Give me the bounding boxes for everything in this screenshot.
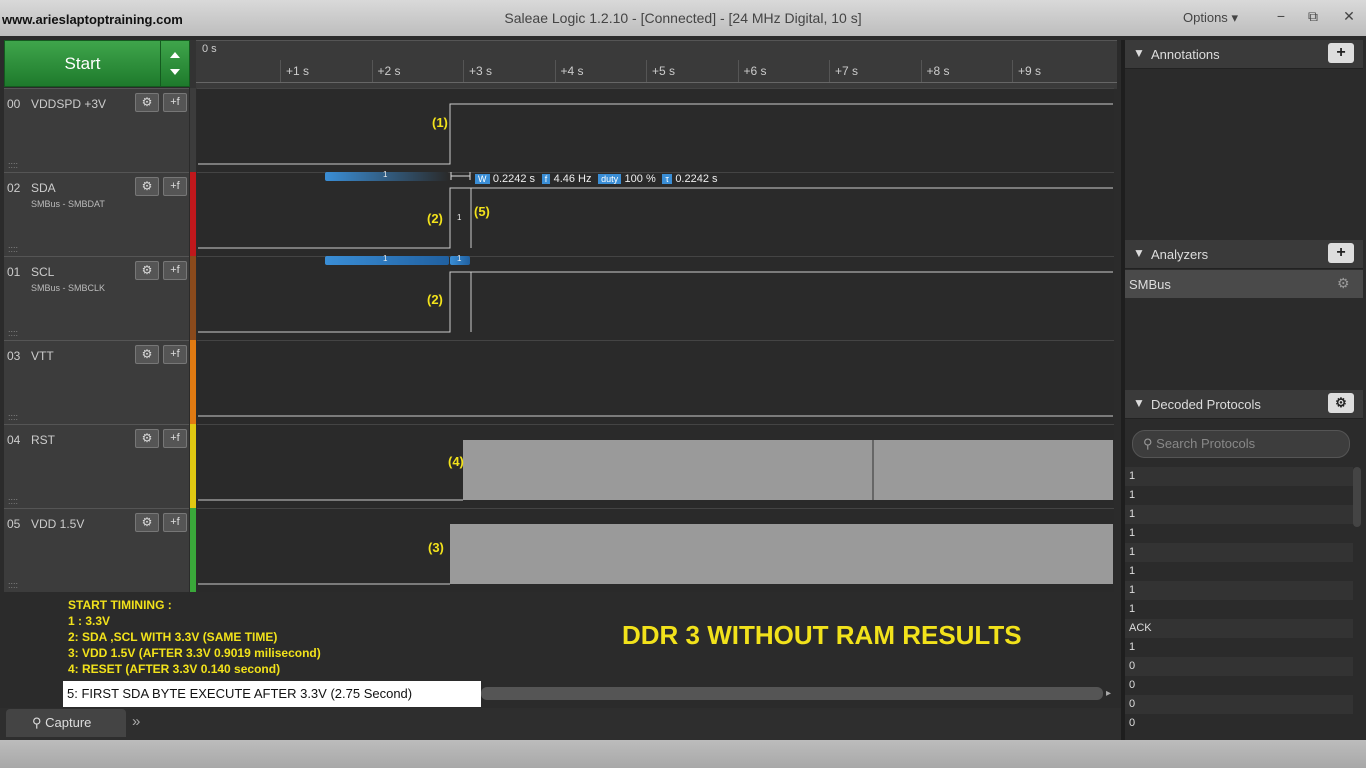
add-analyzer-button[interactable]: + bbox=[1328, 243, 1354, 263]
decoded-row[interactable]: 1 bbox=[1125, 467, 1353, 486]
measurement-strip: W 0.2242 s f 4.46 Hz duty 100 % τ 0.2242… bbox=[475, 171, 718, 185]
sda-decoded-bar-label: 1 bbox=[383, 170, 388, 179]
scl-small-bit: 1 bbox=[457, 254, 462, 263]
annotation-5: (5) bbox=[474, 204, 490, 219]
search-icon: ⚲ bbox=[32, 715, 42, 730]
gear-icon[interactable]: ⚙ bbox=[1337, 275, 1350, 292]
annotation-2-sda: (2) bbox=[427, 211, 443, 226]
note-5-text: 5: FIRST SDA BYTE EXECUTE AFTER 3.3V (2.… bbox=[67, 686, 413, 701]
result-title: DDR 3 WITHOUT RAM RESULTS bbox=[622, 620, 1022, 650]
analyzer-item-smbus[interactable]: SMBus ⚙ bbox=[1125, 270, 1363, 298]
add-annotation-button[interactable]: + bbox=[1328, 43, 1354, 63]
scl-decoded-bar[interactable]: 1 bbox=[325, 254, 449, 265]
note-3: 3: VDD 1.5V (AFTER 3.3V 0.9019 milisecon… bbox=[68, 646, 321, 660]
decoded-row[interactable]: 1 bbox=[1125, 600, 1353, 619]
decoded-row[interactable]: ACK bbox=[1125, 619, 1353, 638]
annotations-body bbox=[1125, 69, 1363, 239]
collapse-triangle-icon[interactable]: ▼ bbox=[1133, 46, 1145, 60]
note-2: 2: SDA ,SCL WITH 3.3V (SAME TIME) bbox=[68, 630, 278, 644]
annotation-1: (1) bbox=[432, 115, 448, 130]
width-tag: W bbox=[475, 174, 490, 184]
annotations-title: Annotations bbox=[1151, 47, 1220, 62]
search-icon: ⚲ bbox=[1143, 436, 1153, 451]
annotations-header[interactable]: ▼ Annotations + bbox=[1125, 40, 1363, 69]
scl-decoded-small[interactable]: 1 bbox=[450, 254, 470, 265]
status-bar bbox=[0, 740, 1366, 768]
frequency-tag: f bbox=[541, 174, 551, 184]
decoded-protocols-header[interactable]: ▼ Decoded Protocols ⚙ bbox=[1125, 390, 1363, 419]
vddspd-waveform bbox=[198, 103, 1113, 165]
width-value: 0.2242 s bbox=[492, 173, 536, 185]
search-placeholder: Search Protocols bbox=[1156, 436, 1256, 451]
decoded-protocols-title: Decoded Protocols bbox=[1151, 397, 1261, 412]
period-tag: τ bbox=[662, 174, 672, 184]
decoded-row[interactable]: 0 bbox=[1125, 714, 1353, 733]
vdd15-activity-block bbox=[450, 524, 1113, 584]
decoded-scrollbar[interactable] bbox=[1353, 467, 1361, 527]
collapse-triangle-icon[interactable]: ▼ bbox=[1133, 396, 1145, 410]
sda-decoded-bar[interactable]: 1 bbox=[325, 170, 449, 181]
sda-waveform bbox=[198, 187, 1113, 249]
decoded-row[interactable]: 1 bbox=[1125, 505, 1353, 524]
annotation-3: (3) bbox=[428, 540, 444, 555]
annotation-2-scl: (2) bbox=[427, 292, 443, 307]
analyzers-header[interactable]: ▼ Analyzers + bbox=[1125, 240, 1363, 269]
decoded-row[interactable]: 1 bbox=[1125, 524, 1353, 543]
expand-chevrons-icon[interactable]: » bbox=[132, 713, 140, 730]
decoded-row[interactable]: 1 bbox=[1125, 562, 1353, 581]
period-value: 0.2242 s bbox=[675, 173, 718, 185]
capture-tab[interactable]: ⚲ Capture bbox=[6, 709, 126, 737]
frequency-value: 4.46 Hz bbox=[553, 173, 592, 185]
decoded-row[interactable]: 0 bbox=[1125, 676, 1353, 695]
decoded-row[interactable]: 1 bbox=[1125, 543, 1353, 562]
decoded-row[interactable]: 1 bbox=[1125, 486, 1353, 505]
scl-waveform bbox=[198, 271, 1113, 333]
decoded-row[interactable]: 0 bbox=[1125, 657, 1353, 676]
horizontal-scrollbar[interactable] bbox=[481, 687, 1103, 700]
decoded-row[interactable]: 1 bbox=[1125, 581, 1353, 600]
note-4: 4: RESET (AFTER 3.3V 0.140 second) bbox=[68, 662, 281, 676]
rst-activity-block bbox=[463, 440, 1113, 500]
duty-value: 100 % bbox=[624, 173, 656, 185]
search-protocols-input[interactable]: ⚲ Search Protocols bbox=[1132, 430, 1350, 458]
duty-tag: duty bbox=[598, 174, 622, 184]
decoded-settings-button[interactable]: ⚙ bbox=[1328, 393, 1354, 413]
capture-label: Capture bbox=[45, 715, 92, 730]
analyzers-title: Analyzers bbox=[1151, 247, 1209, 262]
capture-bar bbox=[0, 708, 1122, 740]
annotation-4: (4) bbox=[448, 454, 464, 469]
analyzer-item-label: SMBus bbox=[1129, 277, 1171, 292]
note-5: 5: FIRST SDA BYTE EXECUTE AFTER 3.3V (2.… bbox=[63, 681, 481, 707]
collapse-triangle-icon[interactable]: ▼ bbox=[1133, 246, 1145, 260]
sda-small-bit: 1 bbox=[457, 213, 462, 222]
notes-heading: START TIMINING : bbox=[68, 598, 172, 612]
note-1: 1 : 3.3V bbox=[68, 614, 111, 628]
scroll-right-icon[interactable]: ▸ bbox=[1106, 688, 1111, 699]
decoded-row[interactable]: 1 bbox=[1125, 638, 1353, 657]
scl-decoded-bar-label: 1 bbox=[383, 254, 388, 263]
decoded-row[interactable]: 0 bbox=[1125, 695, 1353, 714]
